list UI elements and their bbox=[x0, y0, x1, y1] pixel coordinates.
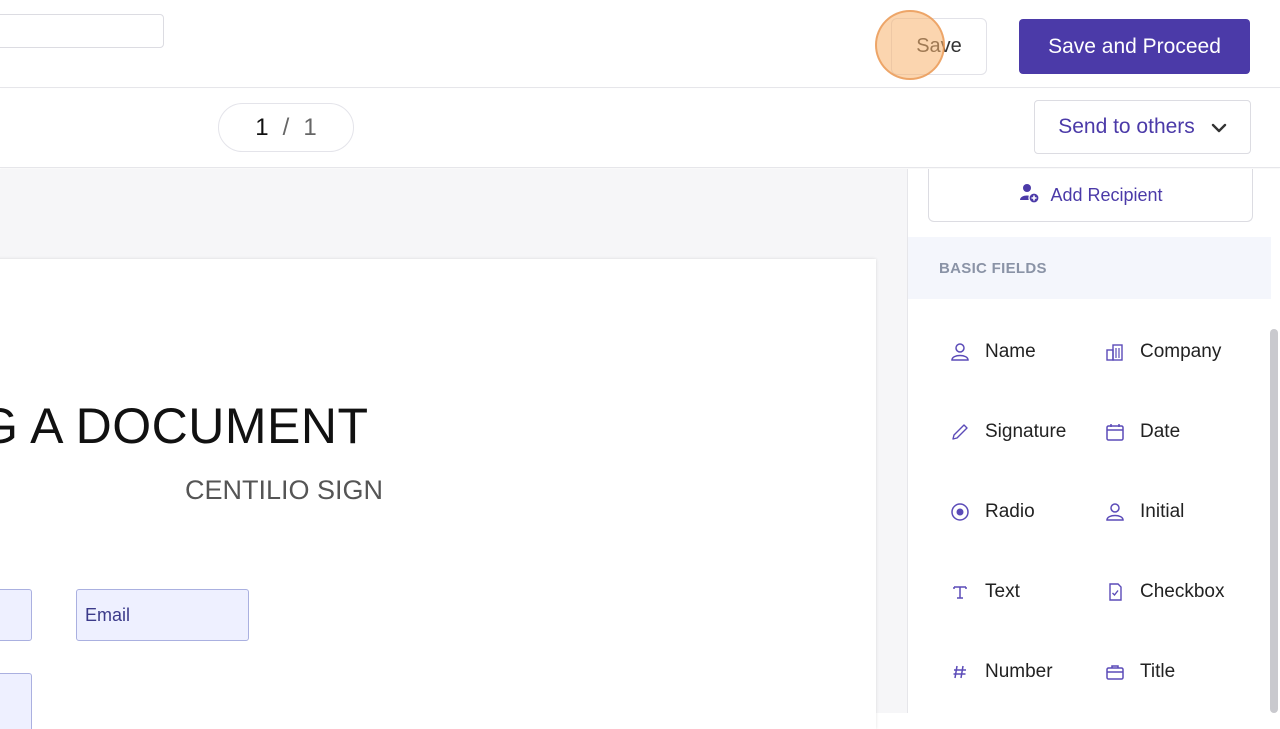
page-separator: / bbox=[282, 113, 290, 141]
send-to-others-dropdown[interactable]: Send to others bbox=[1034, 100, 1251, 154]
field-label: Company bbox=[1140, 341, 1222, 362]
page-indicator: 1 / 1 bbox=[218, 103, 354, 152]
field-initial[interactable]: Initial bbox=[1104, 501, 1184, 523]
field-text[interactable]: Text bbox=[949, 581, 1020, 603]
user-icon bbox=[1104, 501, 1126, 523]
briefcase-icon bbox=[1104, 661, 1126, 683]
basic-fields-heading: BASIC FIELDS bbox=[908, 237, 1271, 299]
field-label: Signature bbox=[985, 421, 1067, 442]
text-icon bbox=[949, 581, 971, 603]
top-bar: Save Save and Proceed bbox=[0, 0, 1280, 88]
placed-field[interactable] bbox=[0, 589, 32, 641]
user-icon bbox=[949, 341, 971, 363]
page-total: 1 bbox=[303, 113, 317, 141]
chevron-down-icon bbox=[1211, 115, 1227, 139]
page-current: 1 bbox=[255, 113, 269, 141]
email-field-label: Email bbox=[85, 604, 131, 625]
save-and-proceed-button[interactable]: Save and Proceed bbox=[1019, 19, 1250, 74]
field-number[interactable]: Number bbox=[949, 661, 1053, 683]
field-signature[interactable]: Signature bbox=[949, 421, 1066, 443]
document-title: UPLOADING A DOCUMENT bbox=[0, 398, 369, 454]
field-radio[interactable]: Radio bbox=[949, 501, 1035, 523]
field-checkbox[interactable]: Checkbox bbox=[1104, 581, 1225, 603]
send-to-others-label: Send to others bbox=[1058, 115, 1195, 138]
document-canvas: UPLOADING A DOCUMENT CENTILIO SIGN Email bbox=[0, 169, 907, 729]
add-recipient-label: Add Recipient bbox=[1050, 184, 1163, 205]
document-toolbar: 1 / 1 Send to others bbox=[0, 89, 1280, 168]
field-name[interactable]: Name bbox=[949, 341, 1036, 363]
field-label: Checkbox bbox=[1140, 581, 1225, 602]
building-icon bbox=[1104, 341, 1126, 363]
field-label: Radio bbox=[985, 501, 1035, 522]
field-date[interactable]: Date bbox=[1104, 421, 1180, 443]
save-button[interactable]: Save bbox=[891, 18, 987, 75]
email-field[interactable]: Email bbox=[76, 589, 249, 641]
field-label: Date bbox=[1140, 421, 1181, 442]
fields-sidebar: Add Recipient BASIC FIELDS Name Company … bbox=[907, 169, 1280, 713]
add-recipient-button[interactable]: Add Recipient bbox=[928, 169, 1253, 222]
field-label: Number bbox=[985, 661, 1053, 682]
calendar-icon bbox=[1104, 421, 1126, 443]
placed-field[interactable] bbox=[0, 673, 32, 729]
field-label: Name bbox=[985, 341, 1036, 362]
checkbox-icon bbox=[1104, 581, 1126, 603]
document-name-input[interactable] bbox=[0, 14, 164, 48]
field-company[interactable]: Company bbox=[1104, 341, 1221, 363]
pen-icon bbox=[949, 421, 971, 443]
document-subtitle: CENTILIO SIGN bbox=[184, 475, 384, 505]
hash-icon bbox=[949, 661, 971, 683]
sidebar-scrollbar[interactable] bbox=[1270, 329, 1278, 713]
field-title[interactable]: Title bbox=[1104, 661, 1175, 683]
field-label: Title bbox=[1140, 661, 1176, 682]
document-page: UPLOADING A DOCUMENT CENTILIO SIGN Email bbox=[0, 259, 876, 729]
add-user-icon bbox=[1018, 182, 1041, 209]
radio-icon bbox=[949, 501, 971, 523]
field-label: Text bbox=[985, 581, 1020, 602]
field-label: Initial bbox=[1140, 501, 1185, 522]
